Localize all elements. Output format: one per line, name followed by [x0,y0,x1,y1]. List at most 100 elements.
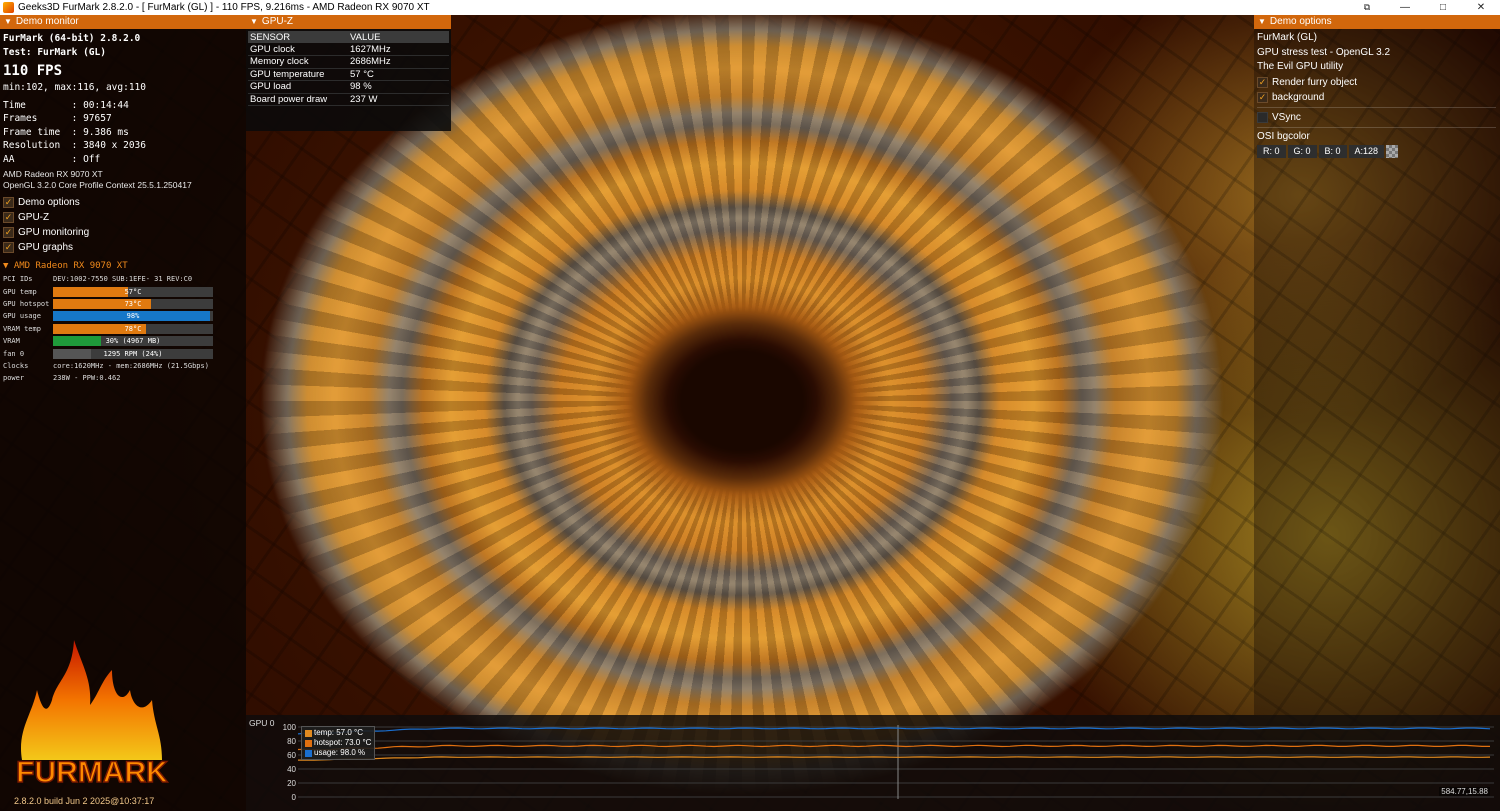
demo-options-header[interactable]: ▼ Demo options [1254,15,1500,29]
gl-context: OpenGL 3.2.0 Core Profile Context 25.5.1… [3,180,192,190]
toggle-gpu-graphs[interactable]: ✓ GPU graphs [3,240,246,255]
progress-bar: 73°C [53,298,213,309]
series-line-usage [298,727,1491,735]
collapse-triangle-icon[interactable]: ▼ [250,15,258,29]
osi-bgcolor-editor: R: 0 G: 0 B: 0 A:128 [1257,145,1500,158]
demo-monitor-header[interactable]: ▼ Demo monitor [0,15,246,29]
sensor-column-header: SENSOR [248,31,348,43]
value-cell: 2686MHz [348,55,449,69]
y-tick-label: 0 [291,793,296,802]
minimize-button[interactable]: — [1386,0,1424,15]
toggle-gpu-monitoring[interactable]: ✓ GPU monitoring [3,225,246,240]
y-tick-label: 60 [287,751,296,760]
y-tick-label: 20 [287,779,296,788]
progress-bar-text: 78°C [124,324,142,333]
resolution-readout: Resolution : 3840 x 2036 [3,140,146,151]
progress-bar-text: 57°C [124,287,142,296]
window-title: Geeks3D FurMark 2.8.2.0 - [ FurMark (GL)… [18,2,430,13]
legend-swatch [305,729,312,737]
table-header-row: SENSOR VALUE [248,31,449,43]
sensor-cell: GPU load [248,80,348,94]
unchecked-box-icon[interactable] [1257,111,1268,123]
progress-bar-text: 73°C [124,299,142,308]
app-name: FurMark (64-bit) 2.8.2.0 [3,33,141,44]
legend-item: temp: 57.0 °C [305,728,371,738]
stat-row-gpu-temp: GPU temp 57°C [3,285,246,297]
series-line-temp [298,756,1491,761]
stat-row-gpu-hotspot: GPU hotspot 73°C [3,298,246,310]
progress-bar-text: 30% (4967 MB) [105,337,161,346]
check-icon[interactable]: ✓ [3,227,14,238]
progress-bar: 98% [53,311,213,322]
check-icon[interactable]: ✓ [3,212,14,223]
progress-bar: 78°C [53,323,213,334]
stat-row-fan-0: fan 0 1295 RPM (24%) [3,347,246,359]
gpu-graph-plot [298,725,1494,799]
value-cell: 57 °C [348,68,449,81]
stat-row-gpu-usage: GPU usage 98% [3,310,246,322]
demo-tagline: The Evil GPU utility [1257,61,1344,72]
table-row: GPU temperature 57 °C [248,68,449,81]
gpu-graph-panel: GPU 0 100 80 60 40 20 0 temp: 57.0 °C hotspot:… [246,715,1500,811]
close-button[interactable]: ✕ [1462,0,1500,15]
background-checkbox[interactable]: ✓ background [1257,90,1500,105]
graph-legend: temp: 57.0 °C hotspot: 73.0 °C usage: 98.0… [301,726,376,760]
test-name: Test: FurMark (GL) [3,46,106,58]
osi-bgcolor-label: OSI bgcolor [1257,130,1310,142]
y-tick-label: 40 [287,765,296,774]
value-cell: 1627MHz [348,43,449,56]
progress-bar: 1295 RPM (24%) [53,348,213,359]
red-channel-field[interactable]: R: 0 [1257,145,1286,158]
demo-name: FurMark (GL) [1257,32,1317,43]
demo-options-panel: ▼ Demo options FurMark (GL) GPU stress te… [1254,15,1500,715]
color-swatch-icon[interactable] [1386,145,1399,158]
check-icon[interactable]: ✓ [3,242,14,253]
pci-ids-row: PCI IDs DEV:1002-7550 SUB:1EFE- 31 REV:C… [3,275,193,284]
furmark-app-icon [3,2,14,13]
gpu-name: AMD Radeon RX 9070 XT [3,169,103,179]
collapse-triangle-icon[interactable]: ▼ [3,261,14,271]
fps-value: 110 FPS [3,63,63,79]
check-icon[interactable]: ✓ [1257,76,1268,88]
collapse-triangle-icon[interactable]: ▼ [4,15,12,29]
progress-bar-text: 1295 RPM (24%) [103,349,163,358]
table-row: GPU clock 1627MHz [248,43,449,56]
legend-item: hotspot: 73.0 °C [305,738,371,748]
blue-channel-field[interactable]: B: 0 [1318,145,1347,158]
alpha-channel-field[interactable]: A:128 [1348,145,1385,158]
collapse-triangle-icon[interactable]: ▼ [1258,15,1266,29]
gpuz-header[interactable]: ▼ GPU-Z [246,15,451,29]
demo-monitor-panel: ▼ Demo monitor FurMark (64-bit) 2.8.2.0 T… [0,15,246,811]
power-row: power 238W - PPW:0.462 [3,374,121,383]
y-tick-label: 100 [282,723,296,732]
sensor-cell: Board power draw [248,93,348,106]
green-channel-field[interactable]: G: 0 [1287,145,1317,158]
divider [1257,126,1496,128]
aa-readout: AA : Off [3,153,101,165]
toggle-gpu-z[interactable]: ✓ GPU-Z [3,210,246,225]
toggle-demo-options[interactable]: ✓ Demo options [3,195,246,210]
stat-row-vram-temp: VRAM temp 78°C [3,323,246,335]
value-cell: 237 W [348,93,449,106]
furmark-logo: FURMARK [15,640,169,790]
table-row: Board power draw 237 W [248,93,449,106]
value-column-header: VALUE [348,31,449,43]
y-tick-label: 80 [287,737,296,746]
clocks-row: Clocks core:1620MHz - mem:2686MHz (21.5G… [3,361,209,370]
gpuz-sensor-table: SENSOR VALUE GPU clock 1627MHz Memory cloc… [248,31,449,106]
gpuz-panel: ▼ GPU-Z SENSOR VALUE GPU clock 1627MHz Memo… [246,15,451,131]
demo-description: GPU stress test - OpenGL 3.2 [1257,46,1391,58]
maximize-button[interactable]: □ [1424,0,1462,15]
graph-title: GPU 0 [249,718,275,728]
snap-layout-button[interactable]: ⧉ [1348,0,1386,15]
check-icon[interactable]: ✓ [3,197,14,208]
check-icon[interactable]: ✓ [1257,91,1268,103]
window-title-bar: Geeks3D FurMark 2.8.2.0 - [ FurMark (GL)… [0,0,1500,15]
sensor-cell: GPU clock [248,43,348,56]
series-line-hotspot [298,744,1490,751]
vsync-checkbox[interactable]: VSync [1257,110,1500,125]
sensor-cell: GPU temperature [248,68,348,81]
build-info: 2.8.2.0 build Jun 2 2025@10:37:17 [14,796,155,806]
gpu-section-header[interactable]: ▼ AMD Radeon RX 9070 XT [3,259,246,273]
render-furry-object-checkbox[interactable]: ✓ Render furry object [1257,75,1500,90]
